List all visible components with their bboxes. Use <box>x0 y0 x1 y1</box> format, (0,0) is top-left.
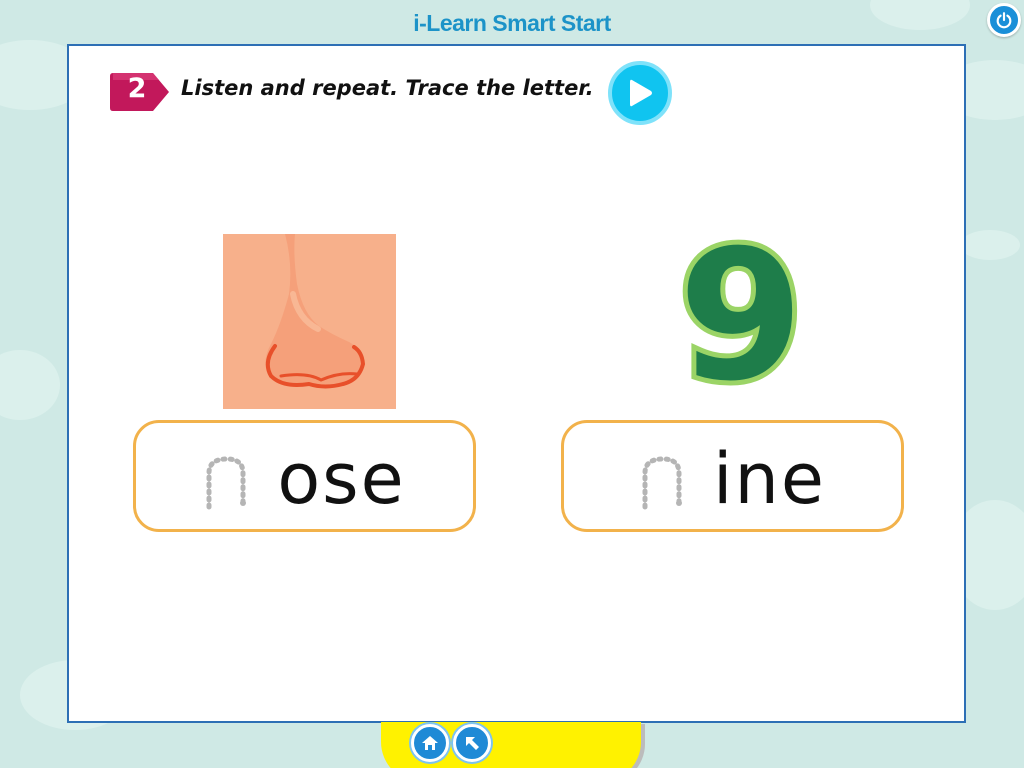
power-icon <box>996 12 1012 29</box>
svg-text:9: 9 <box>681 232 801 388</box>
trace-letter-n[interactable] <box>639 451 709 511</box>
step-number: 2 <box>127 73 147 104</box>
instruction-text: Listen and repeat. Trace the letter. <box>181 76 594 100</box>
back-arrow-icon <box>466 737 479 750</box>
play-icon <box>630 79 652 107</box>
exercise-panel: 2 Listen and repeat. Trace the letter. 9… <box>67 44 966 723</box>
word-text: ose <box>277 438 406 520</box>
app-title: i-Learn Smart Start <box>413 10 611 36</box>
background-cloud <box>0 350 60 420</box>
power-button[interactable] <box>987 3 1021 37</box>
trace-letter-n[interactable] <box>203 451 273 511</box>
nose-picture <box>223 234 396 409</box>
home-button[interactable] <box>411 724 449 762</box>
number-nine-picture: 9 <box>681 232 801 388</box>
word-card-nose[interactable]: ose <box>133 420 476 532</box>
word-text: ine <box>713 438 826 520</box>
back-button[interactable] <box>453 724 491 762</box>
step-badge: 2 <box>109 71 171 113</box>
background-cloud <box>960 230 1020 260</box>
home-icon <box>422 736 438 750</box>
word-card-nine[interactable]: ine <box>561 420 904 532</box>
audio-play-button[interactable] <box>608 61 672 125</box>
